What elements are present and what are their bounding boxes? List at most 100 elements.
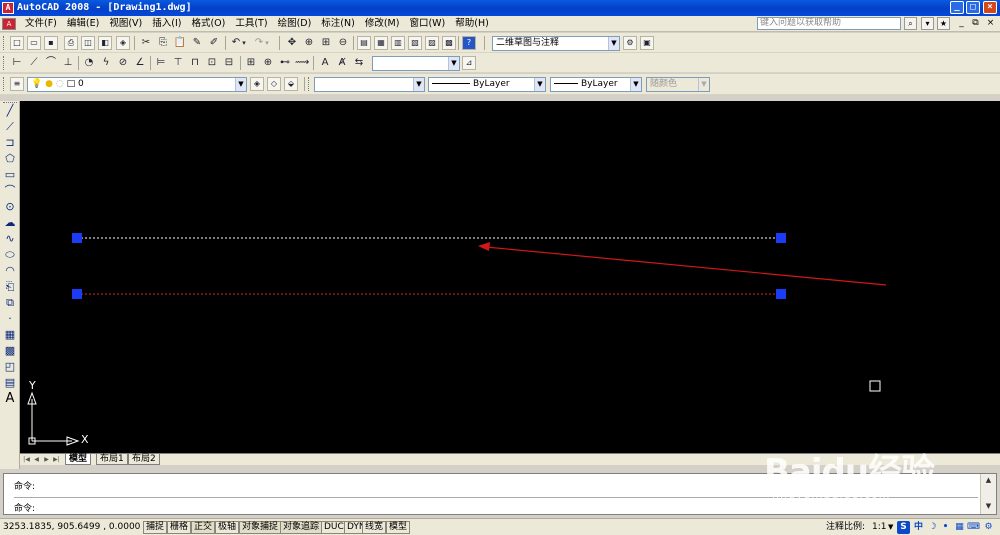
osnap-toggle[interactable]: 对象捕捉 (239, 521, 282, 534)
plot-icon[interactable]: ⎙ (64, 36, 78, 50)
tab-layout2[interactable]: 布局2 (128, 454, 160, 465)
zoom-window-icon[interactable]: ⊞ (319, 36, 333, 50)
workspace-save-icon[interactable]: ▣ (640, 36, 654, 50)
document-icon[interactable]: A (2, 18, 16, 30)
plot-preview-icon[interactable]: ◫ (81, 36, 95, 50)
arc-icon[interactable]: ⌒ (3, 184, 17, 198)
linetype-dropdown[interactable]: ByLayer ▼ (428, 77, 546, 92)
make-block-icon[interactable]: ⧉ (3, 296, 17, 310)
layer-previous-icon[interactable]: ◇ (267, 77, 281, 91)
construction-line-icon[interactable]: ⟋ (3, 120, 17, 134)
sheet-set-icon[interactable]: ▧ (408, 36, 422, 50)
menu-tools[interactable]: 工具(T) (230, 16, 272, 32)
ortho-toggle[interactable]: 正交 (191, 521, 216, 534)
maximize-icon[interactable]: □ (966, 1, 980, 14)
redo-dropdown-icon[interactable]: ▾ (263, 36, 271, 50)
menu-format[interactable]: 格式(O) (186, 16, 230, 32)
linear-dimension-icon[interactable]: ⊢ (10, 56, 24, 70)
scroll-up-icon[interactable]: ▲ (981, 474, 996, 487)
markup-icon[interactable]: ▨ (425, 36, 439, 50)
menu-draw[interactable]: 绘图(D) (273, 16, 317, 32)
layer-states-icon[interactable]: ⬙ (284, 77, 298, 91)
chevron-down-icon[interactable]: ▼ (630, 78, 641, 91)
command-prompt[interactable]: 命令: (14, 501, 35, 514)
ellipse-arc-icon[interactable]: ◠ (3, 264, 17, 278)
design-center-icon[interactable]: ▦ (374, 36, 388, 50)
match-properties-icon[interactable]: ✎ (190, 36, 204, 50)
doc-close-icon[interactable]: × (985, 18, 996, 29)
block-editor-icon[interactable]: ✐ (207, 36, 221, 50)
drawing-canvas[interactable]: Y X (20, 101, 1000, 453)
text-style-dropdown[interactable]: ▼ (372, 56, 460, 71)
annotation-scale-value[interactable]: 1:1 (872, 521, 886, 534)
multiline-text-icon[interactable]: A (3, 392, 17, 406)
help-icon[interactable]: ? (462, 36, 476, 50)
3d-dwf-icon[interactable]: ◈ (116, 36, 130, 50)
plot-style-dropdown[interactable]: 随颜色 ▼ (646, 77, 710, 92)
settings-icon[interactable]: ⚙ (982, 521, 995, 534)
minimize-icon[interactable]: _ (950, 1, 964, 14)
arc-length-icon[interactable]: ⌒ (44, 56, 58, 70)
pan-icon[interactable]: ✥ (285, 36, 299, 50)
model-toggle[interactable]: 模型 (386, 521, 411, 534)
menu-insert[interactable]: 插入(I) (147, 16, 186, 32)
spline-icon[interactable]: ∿ (3, 232, 17, 246)
tolerance-icon[interactable]: ⊞ (244, 56, 258, 70)
rectangle-icon[interactable]: ▭ (3, 168, 17, 182)
lineweight-dropdown[interactable]: ByLayer ▼ (550, 77, 642, 92)
quick-dimension-icon[interactable]: ⊨ (154, 56, 168, 70)
layer-manager-icon[interactable]: ≡ (10, 77, 24, 91)
jogged-dimension-icon[interactable]: ϟ (99, 56, 113, 70)
toolbar-grip[interactable] (3, 77, 6, 91)
dimension-update-icon[interactable]: ⇆ (352, 56, 366, 70)
continue-dimension-icon[interactable]: ⊓ (188, 56, 202, 70)
dimension-break-icon[interactable]: ⊟ (222, 56, 236, 70)
chevron-down-icon[interactable]: ▼ (534, 78, 545, 91)
close-icon[interactable]: × (983, 1, 997, 14)
polyline-icon[interactable]: ⊐ (3, 136, 17, 150)
prev-tab-icon[interactable]: ◀ (32, 455, 41, 464)
save-icon[interactable]: ▪ (44, 36, 58, 50)
hatch-icon[interactable]: ▦ (3, 328, 17, 342)
circle-icon[interactable]: ⊙ (3, 200, 17, 214)
make-current-layer-icon[interactable]: ◈ (250, 77, 264, 91)
menu-edit[interactable]: 编辑(E) (62, 16, 104, 32)
help-search-input[interactable]: 键入问题以获取帮助 (757, 17, 901, 30)
dimension-text-edit-icon[interactable]: Ⱥ (335, 56, 349, 70)
paste-icon[interactable]: 📋 (173, 36, 187, 50)
layer-dropdown[interactable]: 💡 ● ◌ □ 0 ▼ (27, 77, 247, 92)
publish-icon[interactable]: ◧ (98, 36, 112, 50)
revision-cloud-icon[interactable]: ☁ (3, 216, 17, 230)
grid-toggle[interactable]: 栅格 (167, 521, 192, 534)
color-dropdown[interactable]: ▼ (314, 77, 425, 92)
angular-dimension-icon[interactable]: ∠ (133, 56, 147, 70)
command-window[interactable]: 命令: 命令: ▲ ▼ (3, 473, 997, 515)
calculator-icon[interactable]: ▩ (442, 36, 456, 50)
chevron-down-icon[interactable]: ▼ (448, 57, 459, 70)
new-icon[interactable]: □ (10, 36, 24, 50)
doc-minimize-icon[interactable]: _ (956, 18, 967, 29)
chevron-down-icon[interactable]: ▼ (235, 78, 246, 91)
chinese-ime-icon[interactable]: 中 (912, 521, 925, 534)
chevron-down-icon[interactable]: ▼ (608, 37, 619, 50)
undo-dropdown-icon[interactable]: ▾ (240, 36, 248, 50)
otrack-toggle[interactable]: 对象追踪 (280, 521, 323, 534)
next-tab-icon[interactable]: ▶ (42, 455, 51, 464)
dropdown-arrow-icon[interactable]: ▾ (921, 17, 934, 30)
first-tab-icon[interactable]: |◀ (22, 455, 31, 464)
insert-block-icon[interactable]: ⎗ (3, 280, 17, 294)
favorites-icon[interactable]: ★ (937, 17, 950, 30)
last-tab-icon[interactable]: ▶| (52, 455, 61, 464)
scroll-down-icon[interactable]: ▼ (981, 500, 996, 513)
inspection-icon[interactable]: ⊷ (278, 56, 292, 70)
menu-dimension[interactable]: 标注(N) (316, 16, 360, 32)
dimension-style-icon[interactable]: ⊿ (462, 56, 476, 70)
zoom-realtime-icon[interactable]: ⊕ (302, 36, 316, 50)
cut-icon[interactable]: ✂ (139, 36, 153, 50)
gradient-icon[interactable]: ▩ (3, 344, 17, 358)
region-icon[interactable]: ◰ (3, 360, 17, 374)
jogged-linear-icon[interactable]: ⟿ (295, 56, 309, 70)
properties-icon[interactable]: ▤ (357, 36, 371, 50)
baseline-dimension-icon[interactable]: ⊤ (171, 56, 185, 70)
keyboard-icon[interactable]: ▦ (953, 521, 966, 534)
